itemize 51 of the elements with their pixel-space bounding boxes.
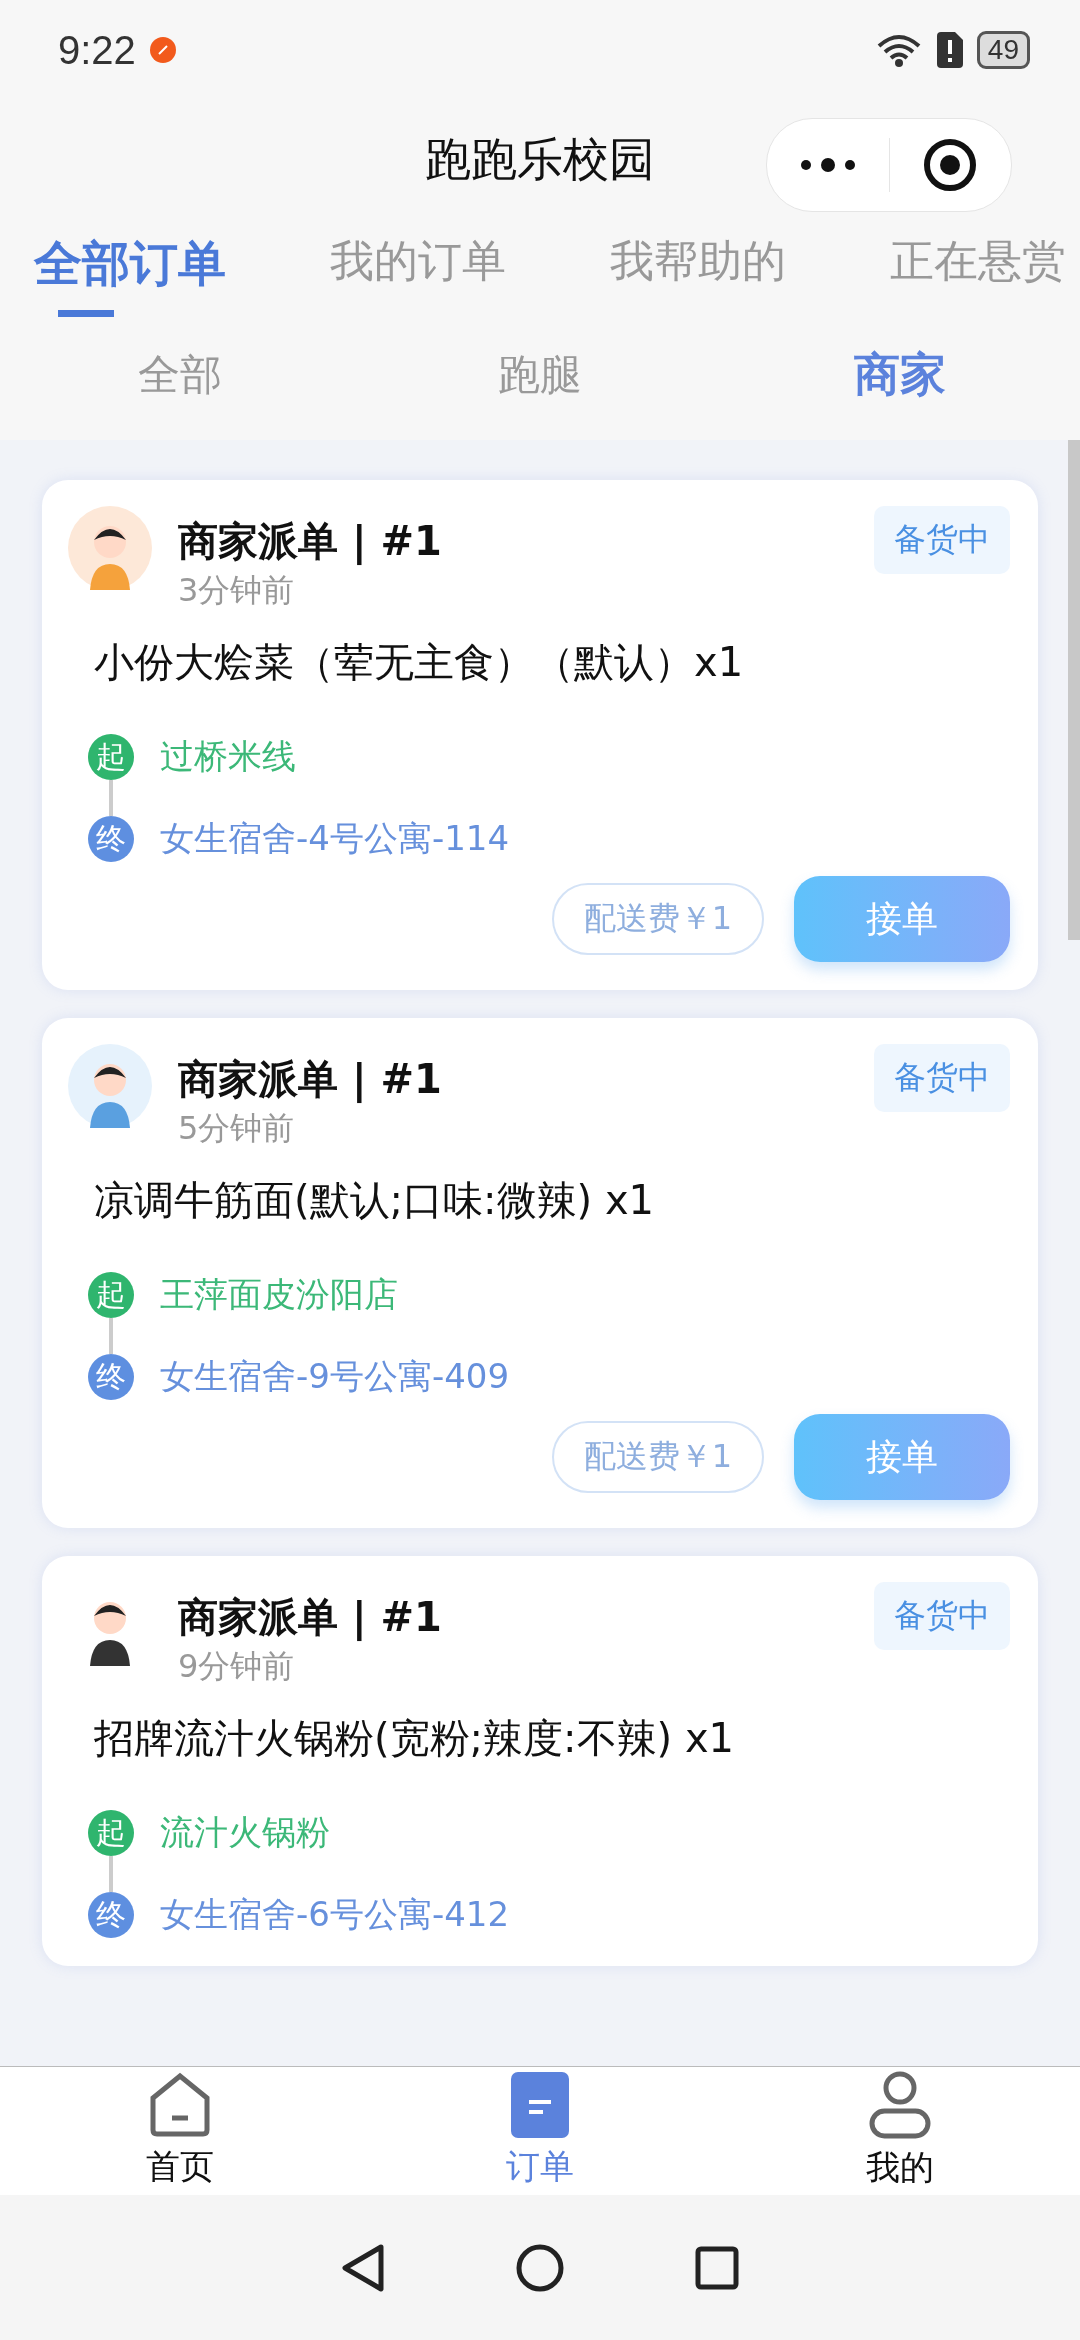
filter-tab[interactable]: 跑腿 — [492, 346, 588, 404]
order-title: 商家派单 | #1 — [178, 517, 443, 567]
order-tab[interactable]: 正在悬赏 — [890, 220, 1066, 291]
back-icon[interactable] — [341, 2242, 385, 2293]
order-item: 招牌流汁火锅粉(宽粉;辣度:不辣) x1 — [94, 1714, 735, 1763]
order-time: 3分钟前 — [178, 570, 296, 611]
nav-item[interactable]: 首页 — [0, 2067, 360, 2195]
delivery-address: 女生宿舍-9号公寓-409 — [160, 1355, 510, 1398]
order-tab[interactable]: 我帮助的 — [610, 220, 786, 291]
order-item: 凉调牛筋面(默认;口味:微辣) x1 — [94, 1176, 655, 1225]
status-badge: 备货中 — [874, 1044, 1010, 1112]
accept-button[interactable]: 接单 — [794, 1414, 1010, 1500]
start-marker: 起 — [88, 1810, 134, 1856]
delivery-fee: 配送费￥1 — [551, 883, 764, 955]
nav-item[interactable]: 订单 — [360, 2067, 720, 2195]
end-marker: 终 — [88, 816, 134, 862]
document-icon — [511, 2072, 569, 2138]
order-tab[interactable]: 全部订单 — [34, 220, 226, 317]
filter-tab[interactable]: 商家 — [848, 343, 952, 407]
more-icon[interactable] — [799, 157, 856, 173]
sim-alert-icon — [936, 32, 963, 68]
delivery-address: 女生宿舍-4号公寓-114 — [160, 817, 510, 860]
delivery-address: 女生宿舍-6号公寓-412 — [160, 1893, 510, 1936]
nav-item[interactable]: 我的 — [720, 2067, 1080, 2195]
accept-button[interactable]: 接单 — [794, 876, 1010, 962]
status-badge: 备货中 — [874, 1582, 1010, 1650]
home-icon — [148, 2072, 212, 2138]
status-badge: 备货中 — [874, 506, 1010, 574]
battery-level: 49 — [976, 31, 1030, 69]
order-time: 9分钟前 — [178, 1646, 296, 1687]
shop-name: 过桥米线 — [160, 735, 296, 778]
filter-tab[interactable]: 全部 — [132, 346, 228, 404]
order-title: 商家派单 | #1 — [178, 1055, 443, 1105]
app-title: 跑跑乐校园 — [425, 131, 655, 188]
start-marker: 起 — [88, 1272, 134, 1318]
end-marker: 终 — [88, 1892, 134, 1938]
person-icon — [869, 2071, 931, 2139]
status-time: 9:22 — [58, 27, 136, 73]
order-tab[interactable]: 我的订单 — [330, 220, 506, 291]
delivery-fee: 配送费￥1 — [551, 1421, 764, 1493]
shop-name: 王萍面皮汾阳店 — [160, 1273, 398, 1316]
start-marker: 起 — [88, 734, 134, 780]
order-item: 小份大烩菜（荤无主食）（默认）x1 — [94, 638, 745, 687]
close-icon[interactable] — [923, 138, 978, 192]
order-time: 5分钟前 — [178, 1108, 296, 1149]
end-marker: 终 — [88, 1354, 134, 1400]
notification-icon — [149, 37, 176, 63]
recents-icon[interactable] — [695, 2245, 739, 2290]
order-title: 商家派单 | #1 — [178, 1593, 443, 1643]
shop-name: 流汁火锅粉 — [160, 1811, 330, 1854]
home-button-icon[interactable] — [515, 2242, 565, 2293]
